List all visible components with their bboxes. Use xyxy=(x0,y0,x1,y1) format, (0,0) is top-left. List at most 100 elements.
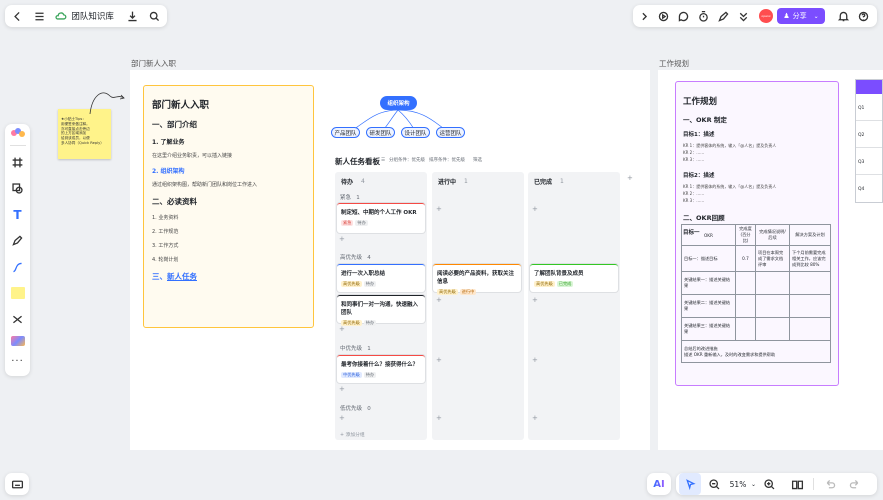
sort-filter[interactable]: 排序条件：优先级 xyxy=(429,157,465,163)
menu-icon[interactable] xyxy=(28,5,49,27)
add-card-button[interactable]: + xyxy=(339,414,345,422)
sticky-note-tool-icon[interactable] xyxy=(10,287,25,300)
doc-title[interactable]: 团队知识库 xyxy=(71,10,122,22)
bell-icon[interactable] xyxy=(833,5,853,27)
select-cursor-icon[interactable] xyxy=(679,473,701,495)
chevron-right-icon[interactable] xyxy=(635,5,653,27)
more-icon[interactable]: ··· xyxy=(7,352,29,372)
chevron-down-icon: ⌄ xyxy=(813,12,819,20)
section-3-heading: 三、新人任务 xyxy=(152,271,305,282)
add-column-button[interactable]: + xyxy=(627,174,633,182)
add-group-button[interactable]: + 添加分组 xyxy=(340,431,365,438)
table-header: 完成情况说明/后续 xyxy=(755,224,790,246)
task-card[interactable]: 最考你接着什么？接获得什么？ 中优先级 待办 xyxy=(337,355,425,383)
table-cell[interactable] xyxy=(755,271,790,295)
add-card-button[interactable]: + xyxy=(532,414,538,422)
add-card-button[interactable]: + xyxy=(532,205,538,213)
collapse-icon[interactable] xyxy=(733,5,753,27)
frame-tool-icon[interactable] xyxy=(7,152,29,172)
group-count: 4 xyxy=(367,255,371,261)
apps-icon[interactable] xyxy=(10,128,25,139)
redo-icon[interactable] xyxy=(843,473,865,495)
back-icon[interactable] xyxy=(7,5,28,27)
add-card-button[interactable]: + xyxy=(436,296,442,304)
mindmap-node[interactable]: 研发团队 xyxy=(366,127,395,138)
table-cell[interactable] xyxy=(755,294,790,318)
table-cell[interactable]: 0.7 xyxy=(735,245,756,272)
keyboard-icon[interactable] xyxy=(6,473,28,495)
table-cell[interactable]: 关键结果三：描述关键结果 xyxy=(681,317,736,341)
mindmap-node[interactable]: 运营团队 xyxy=(436,127,465,138)
add-card-button[interactable]: + xyxy=(339,385,345,393)
column-name: 已完成 xyxy=(534,179,553,186)
mindmap-root[interactable]: 组织架构 xyxy=(380,96,417,110)
mindmap-node[interactable]: 设计团队 xyxy=(401,127,430,138)
table-cell[interactable] xyxy=(735,271,756,295)
mindmap-tool-icon[interactable] xyxy=(7,309,29,329)
timer-icon[interactable] xyxy=(693,5,713,27)
pen-icon[interactable] xyxy=(713,5,733,27)
text-tool-icon[interactable]: T xyxy=(7,205,29,225)
undo-icon[interactable] xyxy=(819,473,841,495)
table-cell[interactable] xyxy=(735,317,756,341)
table-cell[interactable] xyxy=(755,317,790,341)
add-card-button[interactable]: + xyxy=(436,414,442,422)
mindmap-node[interactable]: 产品团队 xyxy=(331,127,360,138)
task-card[interactable]: 和同事们一对一沟通，快速融入团队 高优先级 待办 xyxy=(337,295,425,326)
add-card-button[interactable]: + xyxy=(436,205,442,213)
side-table[interactable]: Q1 Q2 Q3 Q4 xyxy=(855,79,883,203)
avatar[interactable]: openx xyxy=(759,9,773,23)
group-name: 低优先级 xyxy=(340,406,363,412)
table-cell[interactable] xyxy=(789,271,831,295)
zoom-out-icon[interactable] xyxy=(703,473,725,495)
task-card[interactable]: 进行一次入职总结 高优先级 待办 xyxy=(337,264,425,292)
task-card[interactable]: 阅读必要的产品资料，获取关注信息 高优先级 进行中 xyxy=(433,264,521,295)
table-cell[interactable]: 项目在本周完成了需求文档评审 xyxy=(755,245,790,272)
sticky-note[interactable]: ★小贴士Tips： 用便签来做注释。 亦可直接点击旁边 的上方区域添加 给到该成… xyxy=(58,109,111,159)
connector-tool-icon[interactable] xyxy=(7,257,29,277)
share-label: 分享 xyxy=(792,12,807,20)
table-cell[interactable] xyxy=(789,317,831,341)
left-frame-label[interactable]: 部门新人入职 xyxy=(131,58,176,69)
column-header: 待办 4 xyxy=(335,173,371,190)
table-cell[interactable]: 关键结果二：描述关键结果 xyxy=(681,294,736,318)
task-card[interactable]: 制定短、中期的个人工作 OKR 紧急 待办 xyxy=(337,203,425,233)
shape-tool-icon[interactable] xyxy=(7,178,29,198)
task-card[interactable]: 了解团队背景及成员 高优先级 已完成 xyxy=(530,264,618,292)
book-icon[interactable] xyxy=(786,473,808,495)
group-count: 1 xyxy=(367,346,371,352)
onboarding-doc[interactable]: 部门新人入职 一、部门介绍 1. 了解业务 在这里介绍业务职责，可以插入链接 2… xyxy=(143,85,314,328)
table-cell[interactable] xyxy=(735,294,756,318)
zoom-in-icon[interactable] xyxy=(758,473,780,495)
add-card-button[interactable]: + xyxy=(436,356,442,364)
play-icon[interactable] xyxy=(653,5,673,27)
table-footer-cell[interactable]: 总结后的改进措施 描述 OKR 重新输入，及时的改变需求和提供帮助 xyxy=(681,340,831,363)
pen-tool-icon[interactable] xyxy=(7,231,29,251)
help-icon[interactable] xyxy=(853,5,873,27)
add-card-button[interactable]: + xyxy=(339,325,345,333)
ai-button[interactable]: AI xyxy=(647,473,671,495)
table-cell[interactable]: 下个月前需要完成相关工作，应该完成到比较 80% xyxy=(789,245,831,272)
group-label: 高优先级 4 xyxy=(340,253,371,261)
zoom-level[interactable]: 51% xyxy=(727,480,749,489)
zoom-chevron-icon[interactable]: ⌄ xyxy=(751,481,756,488)
template-tool-icon[interactable] xyxy=(10,335,25,346)
right-frame-label[interactable]: 工作规划 xyxy=(659,58,689,69)
add-card-button[interactable]: + xyxy=(532,296,538,304)
filter-more[interactable]: 筛选 xyxy=(473,157,482,163)
okr-review-table[interactable]: OKR 完成度(百分比) 完成情况说明/后续 解决方案及计划 目标一：描述目标 … xyxy=(681,224,831,363)
table-cell[interactable]: 目标一：描述目标 xyxy=(681,245,736,272)
task-card-title: 最考你接着什么？接获得什么？ xyxy=(341,362,419,368)
table-cell[interactable] xyxy=(789,294,831,318)
download-icon[interactable] xyxy=(122,5,143,27)
add-card-button[interactable]: + xyxy=(339,235,345,243)
doc-heading: 部门新人入职 xyxy=(152,100,210,111)
group-filter[interactable]: 分组条件：优先级 xyxy=(389,157,425,163)
table-cell[interactable]: 关键结果一：描述关键结果 xyxy=(681,271,736,295)
add-card-button[interactable]: + xyxy=(532,356,538,364)
comment-icon[interactable] xyxy=(673,5,693,27)
search-icon[interactable] xyxy=(144,5,165,27)
new-tasks-link[interactable]: 新人任务 xyxy=(167,272,197,281)
share-button[interactable]: ♟ 分享 ⌄ xyxy=(777,8,825,24)
section-1-2-link[interactable]: 2. 组织架构 xyxy=(152,166,305,175)
